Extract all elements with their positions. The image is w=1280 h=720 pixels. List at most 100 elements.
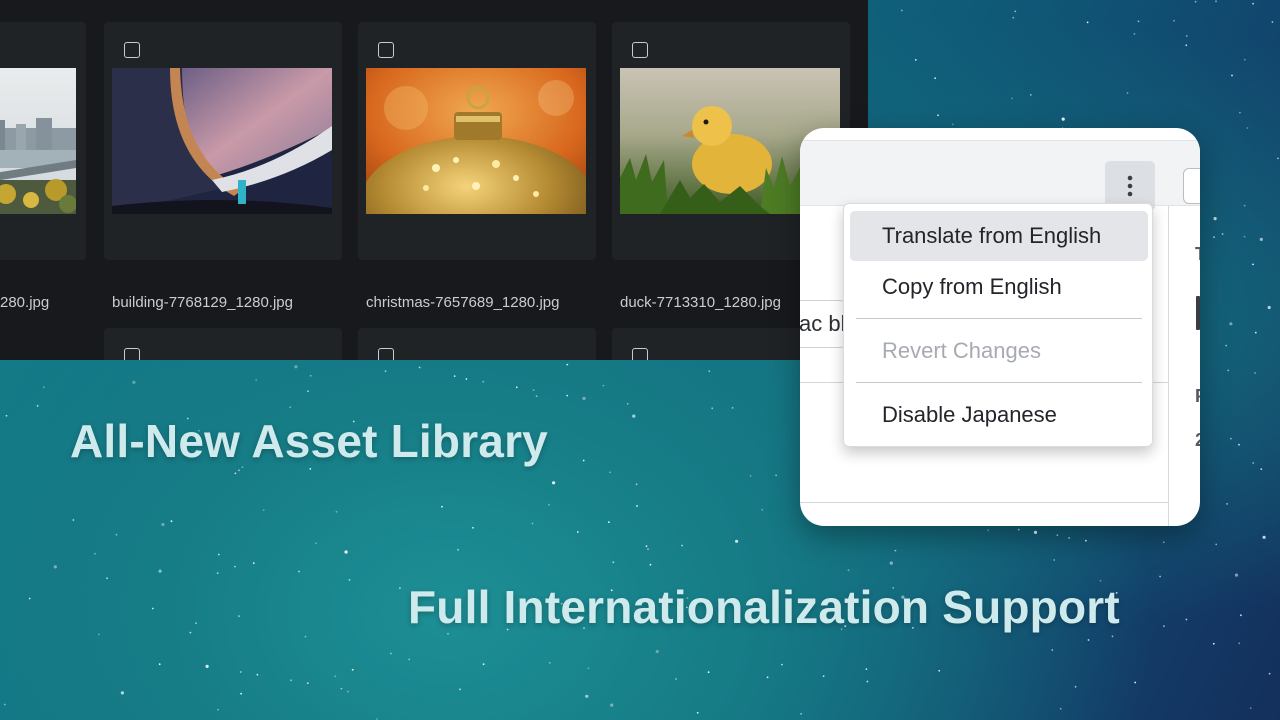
star xyxy=(548,662,551,664)
star xyxy=(609,471,611,474)
star xyxy=(457,548,459,551)
star xyxy=(822,675,825,678)
star xyxy=(1230,437,1232,440)
star xyxy=(344,550,348,554)
star xyxy=(1254,372,1256,374)
star xyxy=(610,703,614,707)
asset-card[interactable] xyxy=(358,328,596,360)
text-field[interactable]: ac bla xyxy=(800,300,846,348)
star xyxy=(635,483,638,486)
star xyxy=(482,663,485,666)
asset-thumbnail-city[interactable] xyxy=(0,68,76,214)
menu-item-copy-from-english[interactable]: Copy from English xyxy=(850,262,1148,312)
star xyxy=(612,561,615,564)
star xyxy=(340,687,343,690)
star xyxy=(289,406,292,409)
star xyxy=(234,472,237,475)
star xyxy=(1252,263,1254,266)
star xyxy=(1271,21,1274,23)
star xyxy=(309,468,312,470)
star xyxy=(1011,97,1013,100)
star xyxy=(566,394,569,397)
star xyxy=(894,549,897,552)
star xyxy=(238,469,240,472)
star xyxy=(158,569,162,573)
toolbar-button[interactable] xyxy=(1183,168,1200,204)
star xyxy=(28,597,31,600)
star xyxy=(548,503,550,506)
star xyxy=(532,389,535,391)
asset-filename: duck-7713310_1280.jpg xyxy=(620,294,781,311)
star xyxy=(240,692,243,695)
star xyxy=(294,365,298,369)
star xyxy=(1212,642,1215,645)
star xyxy=(1213,217,1217,221)
star xyxy=(384,370,387,373)
star xyxy=(602,384,605,387)
star xyxy=(1227,369,1230,372)
star xyxy=(866,680,869,683)
star xyxy=(775,474,777,477)
star xyxy=(1249,707,1252,710)
asset-thumbnail-building[interactable] xyxy=(112,68,332,214)
star xyxy=(1194,0,1197,3)
asset-card[interactable]: christmas-7657689_1280.jpg xyxy=(358,22,596,311)
asset-checkbox[interactable] xyxy=(632,42,648,58)
star xyxy=(418,366,421,369)
star xyxy=(217,553,220,556)
menu-separator xyxy=(856,318,1142,319)
star xyxy=(72,519,75,521)
star xyxy=(158,663,161,666)
star xyxy=(335,510,338,513)
star xyxy=(132,380,136,384)
star xyxy=(1133,33,1136,35)
asset-checkbox[interactable] xyxy=(124,42,140,58)
asset-checkbox[interactable] xyxy=(632,348,648,360)
kebab-menu-icon xyxy=(1127,175,1133,197)
star xyxy=(566,363,569,366)
side-label: T xyxy=(1195,244,1200,265)
star xyxy=(459,688,461,691)
star xyxy=(1087,639,1090,641)
star xyxy=(306,682,309,684)
star xyxy=(889,561,893,565)
star xyxy=(1262,535,1266,539)
star xyxy=(472,526,474,529)
star xyxy=(1185,35,1188,37)
star xyxy=(1086,21,1089,24)
asset-checkbox[interactable] xyxy=(378,348,394,360)
star xyxy=(309,374,312,377)
star xyxy=(675,678,677,680)
asset-checkbox[interactable] xyxy=(378,42,394,58)
star xyxy=(1074,685,1077,688)
star xyxy=(255,379,258,381)
asset-thumbnail-christmas[interactable] xyxy=(366,68,586,214)
asset-checkbox[interactable] xyxy=(124,348,140,360)
star xyxy=(120,691,124,695)
star xyxy=(1029,94,1032,96)
star xyxy=(1243,58,1246,61)
star xyxy=(217,708,220,711)
star xyxy=(1254,331,1257,334)
star xyxy=(205,664,209,669)
star xyxy=(239,671,242,673)
star xyxy=(1225,344,1228,347)
asset-card[interactable]: building-7768129_1280.jpg xyxy=(104,22,342,311)
star xyxy=(649,563,652,566)
asset-card[interactable] xyxy=(104,328,342,360)
star xyxy=(900,9,903,12)
editor-toolbar xyxy=(800,141,1200,211)
star xyxy=(307,390,309,393)
menu-item-disable-japanese[interactable]: Disable Japanese xyxy=(850,390,1148,440)
star xyxy=(1239,111,1241,114)
star xyxy=(399,587,401,590)
star xyxy=(681,544,683,547)
star xyxy=(315,542,317,545)
star xyxy=(351,668,354,671)
star xyxy=(1226,503,1228,505)
menu-item-translate-from-english[interactable]: Translate from English xyxy=(850,211,1148,261)
star xyxy=(847,569,850,572)
star xyxy=(608,521,610,523)
star xyxy=(531,522,534,525)
asset-card[interactable]: 280.jpg xyxy=(0,22,86,311)
